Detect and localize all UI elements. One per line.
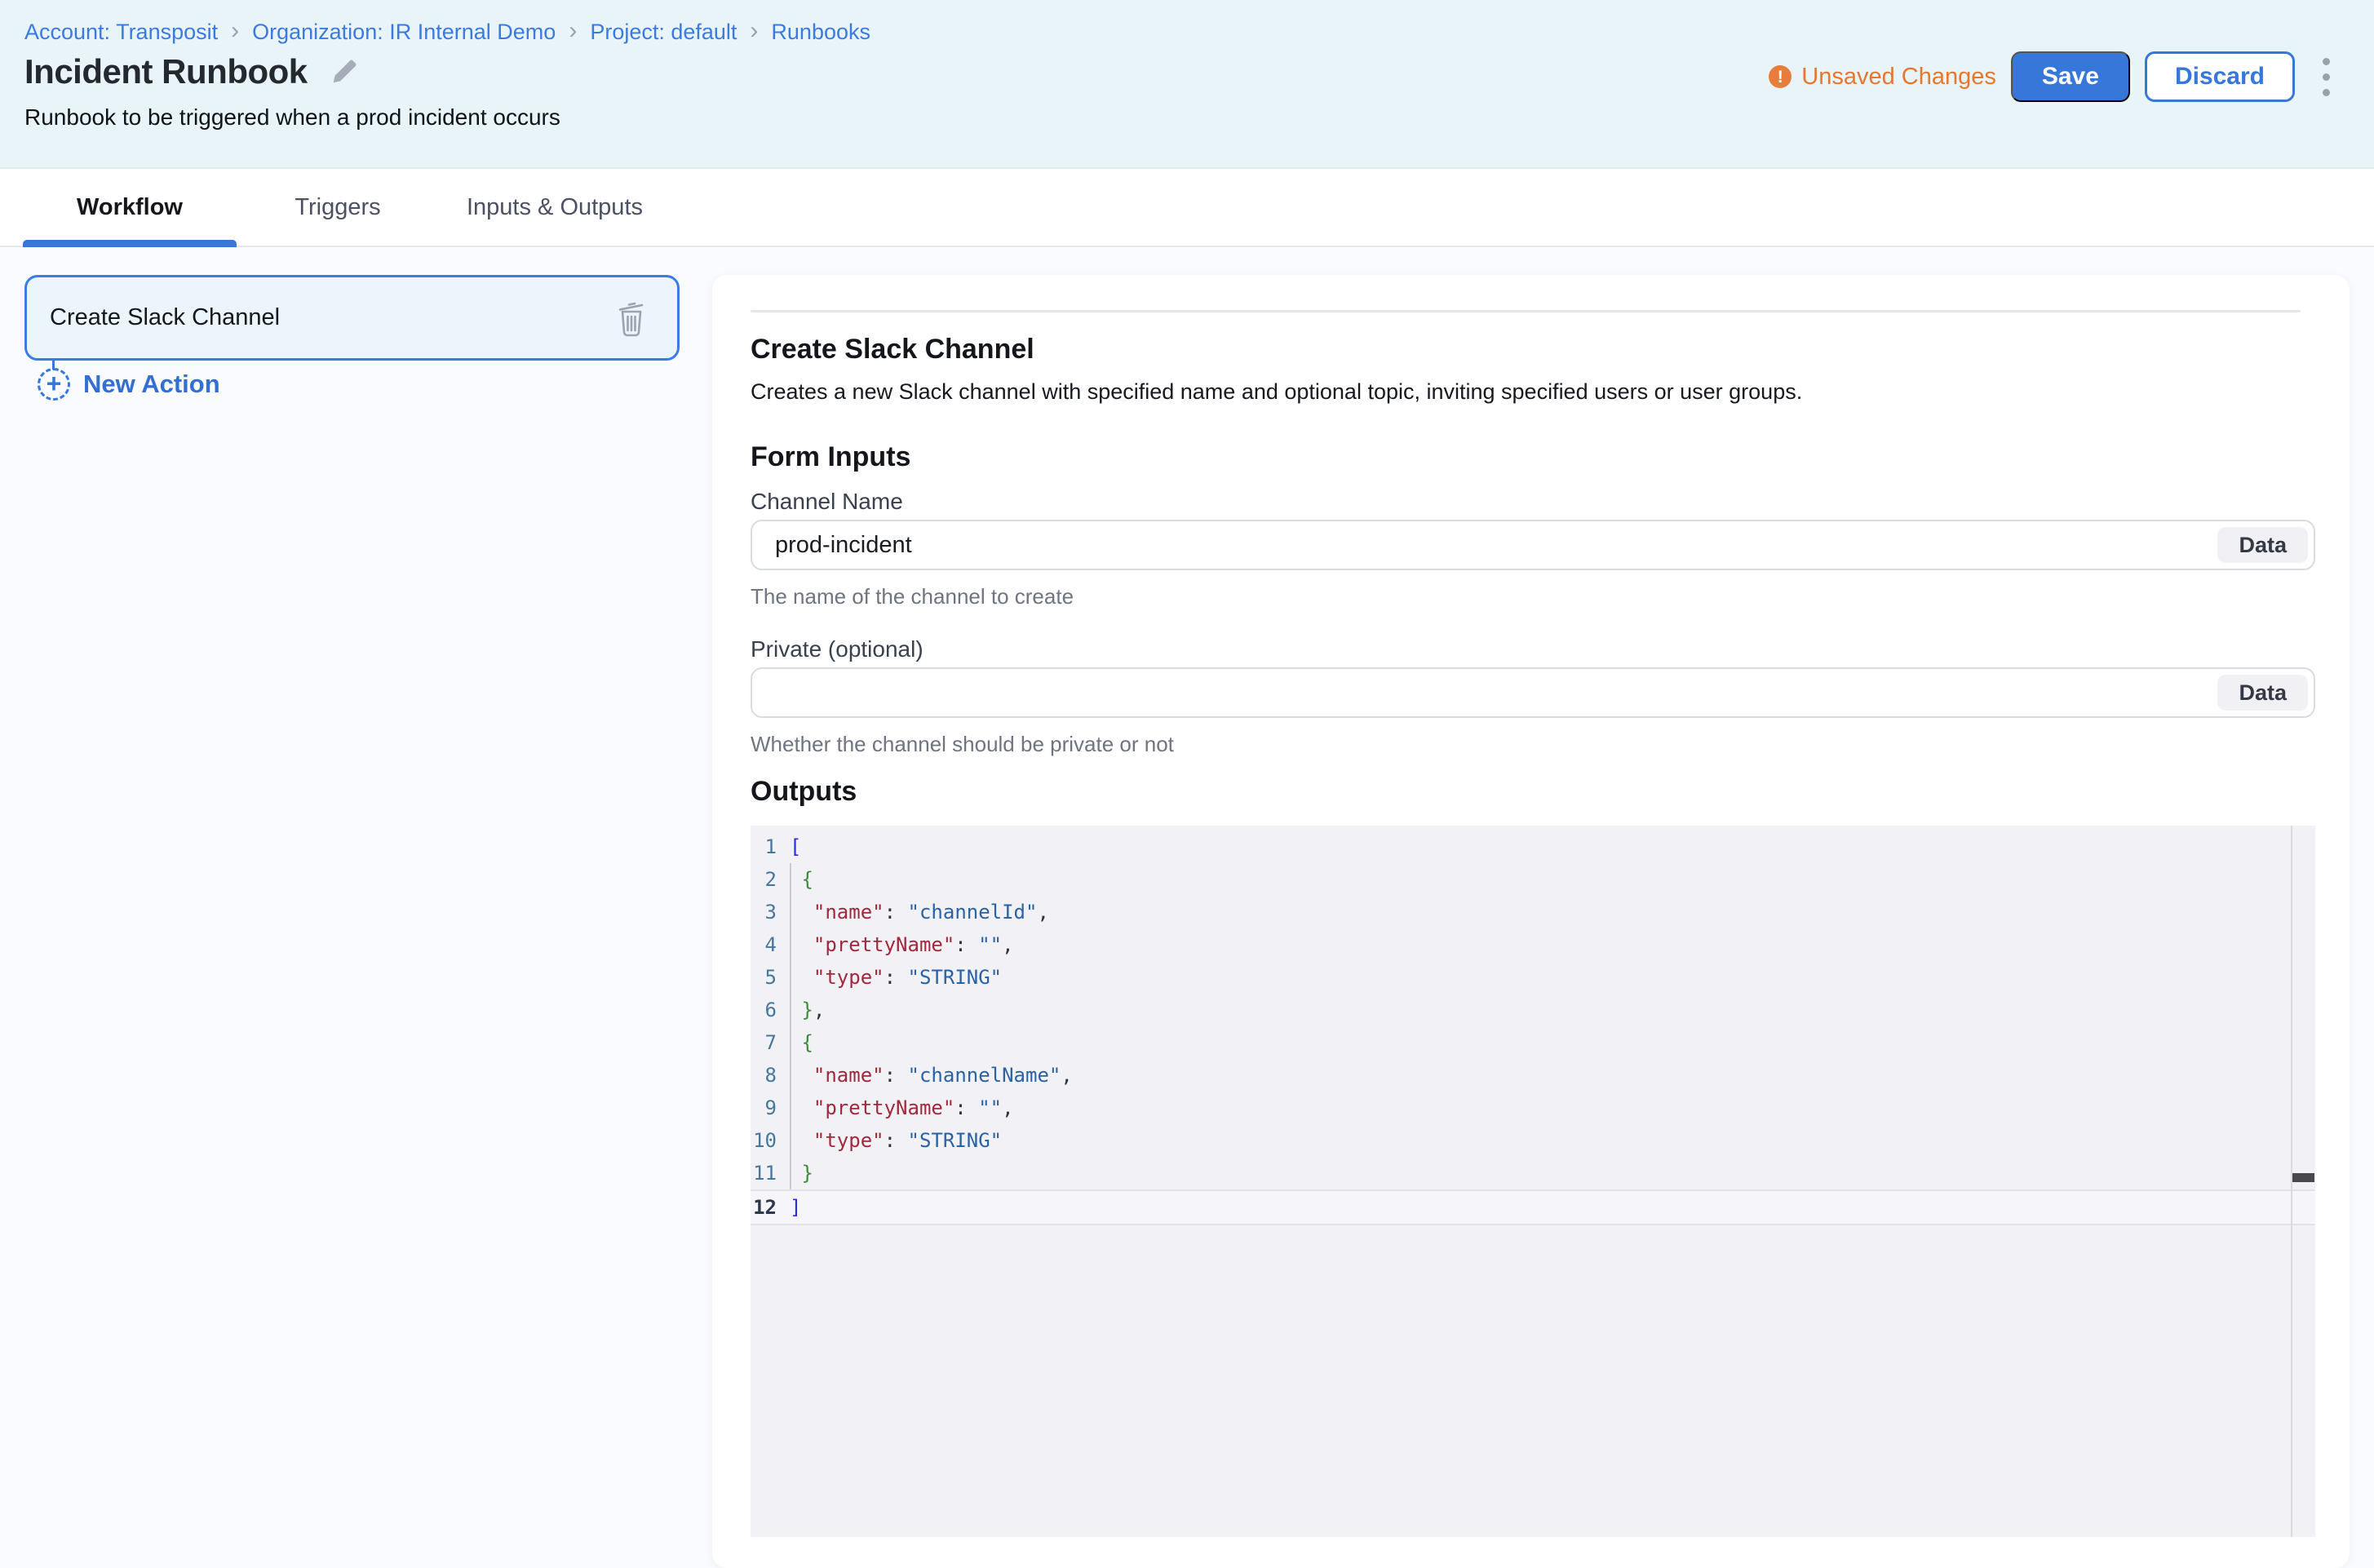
code-line[interactable]: 7 { bbox=[751, 1026, 2315, 1059]
plus-icon: + bbox=[38, 368, 70, 401]
channel-name-label: Channel Name bbox=[751, 489, 903, 515]
breadcrumb-account[interactable]: Account: Transposit bbox=[24, 20, 218, 45]
line-number: 4 bbox=[751, 928, 777, 961]
code-text: "prettyName": "", bbox=[790, 928, 1014, 961]
indent-guide-line bbox=[790, 863, 791, 1189]
channel-name-field-wrapper: Data bbox=[751, 520, 2315, 570]
unsaved-changes-label: Unsaved Changes bbox=[1801, 64, 1996, 91]
channel-name-input[interactable] bbox=[752, 521, 2314, 569]
line-number: 5 bbox=[751, 961, 777, 994]
code-line[interactable]: 6 }, bbox=[751, 994, 2315, 1026]
private-helper: Whether the channel should be private or… bbox=[751, 732, 1174, 757]
code-line[interactable]: 5 "type": "STRING" bbox=[751, 961, 2315, 994]
code-line[interactable]: 12] bbox=[751, 1189, 2315, 1225]
tab-label: Inputs & Outputs bbox=[467, 194, 643, 221]
tab-triggers[interactable]: Triggers bbox=[248, 169, 427, 246]
warning-icon: ! bbox=[1769, 65, 1792, 88]
delete-step-trash-icon[interactable] bbox=[615, 299, 648, 337]
workflow-step-create-slack-channel[interactable]: Create Slack Channel bbox=[24, 275, 680, 361]
edit-pencil-icon[interactable] bbox=[329, 56, 360, 87]
code-text: ] bbox=[790, 1191, 801, 1224]
editor-scrollbar-thumb[interactable] bbox=[2292, 1173, 2314, 1182]
chevron-right-icon: › bbox=[231, 20, 239, 42]
tab-inputs-outputs[interactable]: Inputs & Outputs bbox=[441, 169, 669, 246]
code-text: "type": "STRING" bbox=[790, 1124, 1002, 1157]
breadcrumb-project[interactable]: Project: default bbox=[590, 20, 737, 45]
channel-name-helper: The name of the channel to create bbox=[751, 584, 1074, 609]
code-line[interactable]: 1[ bbox=[751, 831, 2315, 863]
new-action-button[interactable]: + New Action bbox=[38, 368, 220, 401]
breadcrumb: Account: Transposit › Organization: IR I… bbox=[24, 20, 870, 45]
workflow-step-label: Create Slack Channel bbox=[50, 304, 615, 331]
channel-name-data-button[interactable]: Data bbox=[2217, 527, 2308, 563]
line-number: 8 bbox=[751, 1059, 777, 1092]
code-lines: 1[2 {3 "name": "channelId",4 "prettyName… bbox=[751, 831, 2315, 1225]
action-description: Creates a new Slack channel with specifi… bbox=[751, 379, 1802, 405]
code-text: [ bbox=[790, 831, 801, 863]
line-number: 3 bbox=[751, 896, 777, 928]
breadcrumb-organization[interactable]: Organization: IR Internal Demo bbox=[252, 20, 556, 45]
action-detail-panel: Create Slack Channel Creates a new Slack… bbox=[712, 275, 2350, 1568]
code-text: { bbox=[790, 1026, 813, 1059]
code-line[interactable]: 2 { bbox=[751, 863, 2315, 896]
runbook-description: Runbook to be triggered when a prod inci… bbox=[24, 104, 560, 131]
chevron-right-icon: › bbox=[750, 20, 758, 42]
active-tab-underline bbox=[23, 240, 237, 247]
code-text: { bbox=[790, 863, 813, 896]
line-number: 12 bbox=[751, 1191, 777, 1224]
tab-label: Triggers bbox=[295, 194, 380, 221]
code-line[interactable]: 3 "name": "channelId", bbox=[751, 896, 2315, 928]
page-header: Account: Transposit › Organization: IR I… bbox=[0, 0, 2374, 167]
line-number: 9 bbox=[751, 1092, 777, 1124]
tab-label: Workflow bbox=[77, 194, 183, 221]
code-line[interactable]: 10 "type": "STRING" bbox=[751, 1124, 2315, 1157]
chevron-right-icon: › bbox=[569, 20, 577, 42]
kebab-menu-icon[interactable] bbox=[2316, 51, 2336, 103]
breadcrumb-runbooks[interactable]: Runbooks bbox=[771, 20, 870, 45]
line-number: 7 bbox=[751, 1026, 777, 1059]
action-title: Create Slack Channel bbox=[751, 334, 1034, 365]
code-line[interactable]: 9 "prettyName": "", bbox=[751, 1092, 2315, 1124]
private-label: Private (optional) bbox=[751, 636, 923, 662]
line-number: 10 bbox=[751, 1124, 777, 1157]
code-text: "type": "STRING" bbox=[790, 961, 1002, 994]
section-divider bbox=[751, 310, 2301, 312]
code-text: } bbox=[790, 1157, 813, 1189]
code-line[interactable]: 4 "prettyName": "", bbox=[751, 928, 2315, 961]
page-title: Incident Runbook bbox=[24, 52, 308, 91]
private-data-button[interactable]: Data bbox=[2217, 675, 2308, 711]
form-inputs-heading: Form Inputs bbox=[751, 441, 910, 473]
line-number: 6 bbox=[751, 994, 777, 1026]
outputs-code-editor[interactable]: 1[2 {3 "name": "channelId",4 "prettyName… bbox=[751, 826, 2315, 1537]
discard-button[interactable]: Discard bbox=[2145, 51, 2295, 102]
code-text: "name": "channelId", bbox=[790, 896, 1049, 928]
unsaved-changes-indicator: ! Unsaved Changes bbox=[1769, 64, 1996, 91]
tab-bar: Workflow Triggers Inputs & Outputs bbox=[0, 167, 2374, 247]
save-button[interactable]: Save bbox=[2011, 51, 2130, 102]
line-number: 2 bbox=[751, 863, 777, 896]
line-number: 11 bbox=[751, 1157, 777, 1189]
private-field-wrapper: Data bbox=[751, 667, 2315, 718]
code-text: }, bbox=[790, 994, 825, 1026]
new-action-label: New Action bbox=[83, 370, 220, 399]
outputs-heading: Outputs bbox=[751, 776, 857, 808]
code-text: "name": "channelName", bbox=[790, 1059, 1073, 1092]
code-text: "prettyName": "", bbox=[790, 1092, 1014, 1124]
tab-workflow[interactable]: Workflow bbox=[23, 169, 237, 246]
code-line[interactable]: 11 } bbox=[751, 1157, 2315, 1189]
code-line[interactable]: 8 "name": "channelName", bbox=[751, 1059, 2315, 1092]
line-number: 1 bbox=[751, 831, 777, 863]
private-input[interactable] bbox=[752, 669, 2314, 716]
